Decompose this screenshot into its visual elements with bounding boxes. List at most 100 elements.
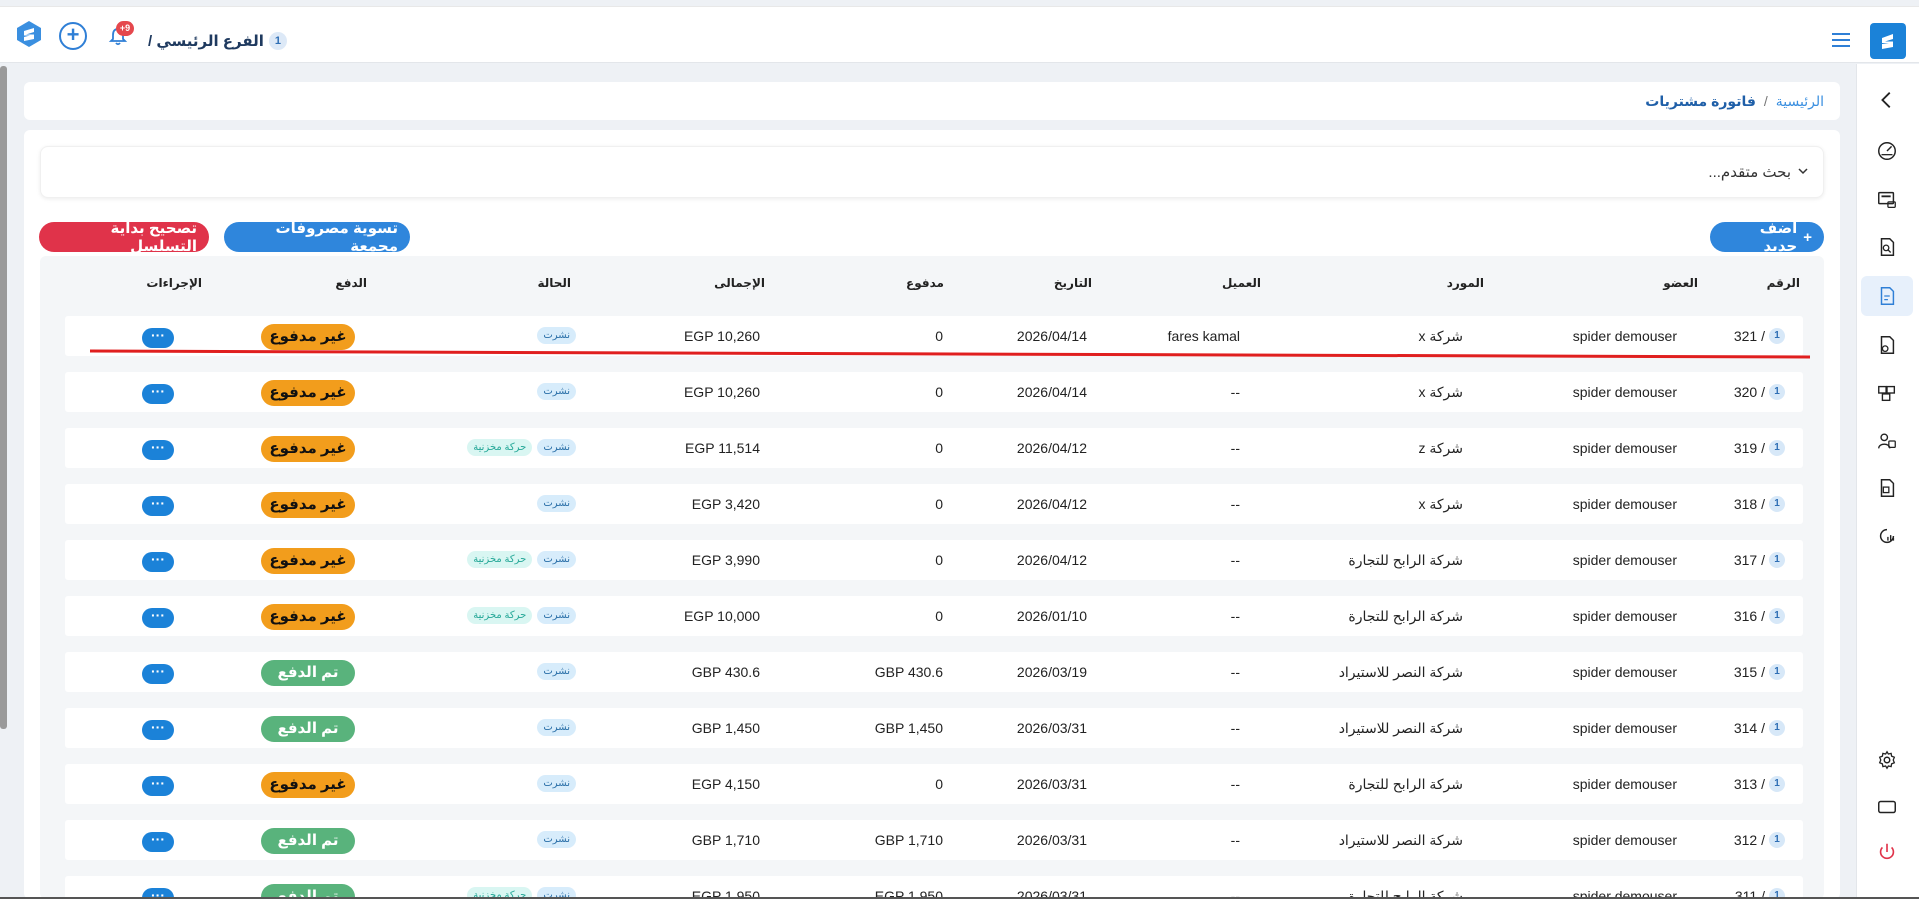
row-actions-button[interactable]: ···	[142, 328, 174, 348]
row-actions-button[interactable]: ···	[142, 440, 174, 460]
fullscreen-icon[interactable]	[1875, 795, 1899, 819]
status-cell: نشرت	[537, 775, 576, 792]
published-tag: نشرت	[537, 495, 576, 512]
quick-add-button[interactable]: +	[59, 22, 87, 50]
paid-cell: GBP 430.6	[874, 664, 943, 680]
invoice-number[interactable]: 1/ 312	[1734, 832, 1785, 848]
branch-badge: 1	[1769, 832, 1785, 848]
add-new-button[interactable]: + أضف جديد	[1710, 220, 1824, 255]
paid-cell: 0	[935, 440, 943, 456]
invoice-number[interactable]: 1/ 318	[1734, 496, 1785, 512]
table-row[interactable]: 1/ 318 spider demouser شركة x -- 2026/04/12 0…	[65, 484, 1803, 524]
breadcrumb: الرئيسية / فاتورة مشتريات	[24, 82, 1840, 120]
hamburger-menu-icon[interactable]	[1832, 33, 1850, 47]
dashboard-icon[interactable]	[1875, 139, 1899, 163]
client-cell: --	[1230, 496, 1240, 512]
fix-sequence-button[interactable]: تصحيح بداية التسلسل	[39, 220, 209, 255]
branch-selector[interactable]: 1 الفرع الرئيسي /	[148, 31, 287, 51]
breadcrumb-current: فاتورة مشتريات	[1645, 92, 1756, 109]
published-tag: نشرت	[537, 663, 576, 680]
invoice-number[interactable]: 1/ 313	[1734, 776, 1785, 792]
member-cell: spider demouser	[1572, 440, 1677, 456]
total-cell: EGP 4,150	[691, 776, 760, 792]
invoice-number[interactable]: 1/ 315	[1734, 664, 1785, 680]
branch-badge: 1	[1769, 608, 1785, 624]
returns-icon[interactable]	[1875, 333, 1899, 357]
inventory-icon[interactable]	[1875, 381, 1899, 405]
row-actions-button[interactable]: ···	[142, 496, 174, 516]
settings-gear-icon[interactable]	[1875, 748, 1899, 772]
header-payment: الدفع	[335, 276, 367, 290]
paid-cell: 0	[935, 496, 943, 512]
supplier-cell: شركة x	[1418, 496, 1463, 512]
client-cell: --	[1230, 384, 1240, 400]
sales-search-icon[interactable]	[1875, 235, 1899, 259]
branch-name: الفرع الرئيسي /	[148, 33, 264, 50]
table-row[interactable]: 1/ 316 spider demouser شركة الرابح للتجارة…	[65, 596, 1803, 636]
power-icon[interactable]	[1875, 840, 1899, 864]
row-actions-button[interactable]: ···	[142, 776, 174, 796]
red-annotation-line	[90, 349, 1810, 359]
breadcrumb-separator: /	[1763, 93, 1768, 109]
status-cell: نشرت	[537, 495, 576, 512]
row-actions-button[interactable]: ···	[142, 552, 174, 572]
brand-logo-icon[interactable]	[1870, 23, 1906, 59]
table-row[interactable]: 1/ 315 spider demouser شركة النصر للاستيرا…	[65, 652, 1803, 692]
member-cell: spider demouser	[1572, 496, 1677, 512]
pos-icon[interactable]	[1875, 188, 1899, 212]
date-cell: 2026/03/31	[1016, 832, 1087, 848]
date-cell: 2026/01/10	[1016, 608, 1087, 624]
products-icon[interactable]	[1875, 476, 1899, 500]
payment-status-badge: غير مدفوع	[261, 772, 355, 798]
member-cell: spider demouser	[1572, 552, 1677, 568]
table-row[interactable]: 1/ 317 spider demouser شركة الرابح للتجارة…	[65, 540, 1803, 580]
page-scrollbar[interactable]	[0, 66, 7, 729]
table-row[interactable]: 1/ 320 spider demouser شركة x -- 2026/04/14 0…	[65, 372, 1803, 412]
supplier-cell: شركة النصر للاستيراد	[1338, 664, 1463, 680]
invoice-number[interactable]: 1/ 316	[1734, 608, 1785, 624]
users-icon[interactable]	[1875, 429, 1899, 453]
status-cell: نشرت	[537, 719, 576, 736]
invoice-number[interactable]: 1/ 321	[1734, 328, 1785, 344]
payment-status-badge: غير مدفوع	[261, 604, 355, 630]
invoice-number-text: / 312	[1733, 832, 1765, 848]
member-cell: spider demouser	[1572, 384, 1677, 400]
row-actions-button[interactable]: ···	[142, 832, 174, 852]
status-cell: نشرت	[537, 383, 576, 400]
advanced-search-toggle[interactable]: بحث متقدم...	[40, 146, 1824, 198]
row-actions-button[interactable]: ···	[142, 720, 174, 740]
client-cell: --	[1230, 552, 1240, 568]
invoice-number-text: / 319	[1733, 440, 1765, 456]
purchases-icon[interactable]	[1875, 284, 1899, 308]
published-tag: نشرت	[537, 439, 576, 456]
header-number: الرقم	[1766, 276, 1800, 290]
status-cell: نشرت	[537, 663, 576, 680]
row-actions-button[interactable]: ···	[142, 608, 174, 628]
date-cell: 2026/03/31	[1016, 776, 1087, 792]
supplier-cell: شركة z	[1418, 440, 1463, 456]
table-row[interactable]: 1/ 314 spider demouser شركة النصر للاستيرا…	[65, 708, 1803, 748]
payment-status-badge: غير مدفوع	[261, 492, 355, 518]
client-cell: --	[1230, 832, 1240, 848]
invoice-number[interactable]: 1/ 317	[1734, 552, 1785, 568]
reports-icon[interactable]	[1875, 524, 1899, 548]
invoice-number[interactable]: 1/ 320	[1734, 384, 1785, 400]
total-cell: EGP 10,260	[683, 384, 760, 400]
payment-status-badge: غير مدفوع	[261, 548, 355, 574]
total-cell: GBP 1,450	[691, 720, 760, 736]
table-row[interactable]: 1/ 312 spider demouser شركة النصر للاستيرا…	[65, 820, 1803, 860]
invoice-number[interactable]: 1/ 319	[1734, 440, 1785, 456]
row-actions-button[interactable]: ···	[142, 664, 174, 684]
paid-cell: 0	[935, 552, 943, 568]
table-row[interactable]: 1/ 319 spider demouser شركة z -- 2026/04/12 0…	[65, 428, 1803, 468]
table-row[interactable]: 1/ 313 spider demouser شركة الرابح للتجارة…	[65, 764, 1803, 804]
chevron-left-icon[interactable]	[1875, 88, 1899, 112]
settle-expenses-button[interactable]: تسوية مصروفات مجمعة	[224, 220, 410, 255]
invoice-number[interactable]: 1/ 314	[1734, 720, 1785, 736]
breadcrumb-home-link[interactable]: الرئيسية	[1776, 93, 1824, 110]
row-actions-button[interactable]: ···	[142, 384, 174, 404]
app-logo-icon[interactable]	[15, 20, 43, 48]
published-tag: نشرت	[537, 327, 576, 344]
table-row[interactable]: 1/ 311 spider demouser شركة الرابح للتجارة…	[65, 876, 1803, 899]
payment-status-badge: تم الدفع	[261, 660, 355, 686]
